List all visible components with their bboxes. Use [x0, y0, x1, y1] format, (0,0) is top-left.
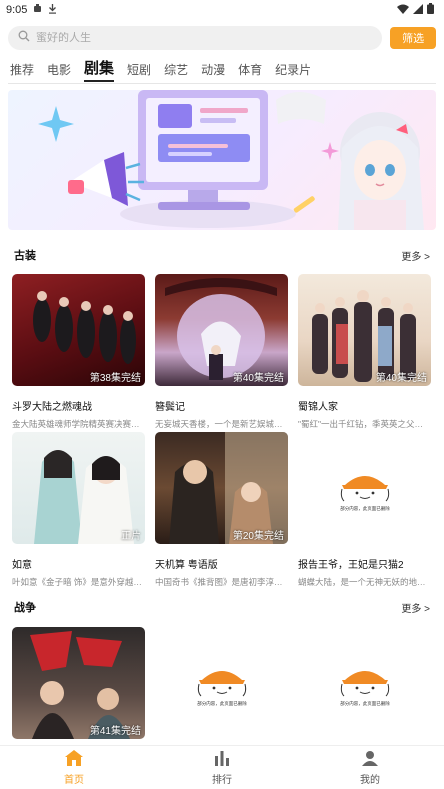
placeholder-mascot: 部分内容，此页面已删除 [340, 476, 390, 512]
tab-variety[interactable]: 综艺 [164, 61, 188, 82]
home-icon [65, 749, 83, 769]
status-bar: 9:05 [0, 0, 444, 20]
tabs-divider [8, 83, 436, 84]
card-title[interactable]: 报告王爷，王妃是只猫2 [298, 556, 431, 571]
video-card[interactable]: 第40集完结 簪鬓记 无妄城天香楼，一个是新艺娱城… [155, 274, 288, 430]
tab-movie[interactable]: 电影 [47, 61, 71, 82]
tab-anime[interactable]: 动漫 [201, 61, 225, 82]
nav-profile[interactable]: 我的 [296, 746, 444, 789]
card-title[interactable]: 如意 [12, 556, 145, 571]
tab-sports[interactable]: 体育 [238, 61, 262, 82]
placeholder-mascot: 部分内容，此页面已删除 [340, 671, 390, 707]
poster[interactable]: 第41集完结 [12, 627, 145, 739]
placeholder-caption: 部分内容，此页面已删除 [340, 700, 390, 707]
tab-recommend[interactable]: 推荐 [10, 61, 34, 82]
app-notification-icon [33, 4, 42, 16]
card-desc: 无妄城天香楼，一个是新艺娱城… [155, 419, 283, 429]
poster[interactable]: 第20集完结 [155, 432, 288, 544]
wifi-icon [397, 4, 409, 17]
bar-chart-icon [214, 750, 230, 769]
section-header-zhanzheng: 战争 更多 > [14, 599, 430, 615]
card-desc: 蝴蝶大陆，是一个无神无妖的地… [298, 577, 426, 587]
card-title[interactable]: 蜀锦人家 [298, 398, 431, 413]
category-tabs: 推荐 电影 剧集 短剧 综艺 动漫 体育 纪录片 [10, 58, 324, 82]
section-title: 古装 [14, 250, 36, 262]
poster[interactable]: 第40集完结 [155, 274, 288, 386]
video-card[interactable]: 部分内容，此页面已删除 报告王爷，王妃是只猫2 蝴蝶大陆，是一个无神无妖的地… [298, 432, 431, 588]
episode-badge: 第40集完结 [232, 373, 284, 384]
poster-placeholder[interactable]: 部分内容，此页面已删除 [298, 627, 431, 739]
poster-placeholder[interactable]: 部分内容，此页面已删除 [155, 627, 288, 739]
episode-badge: 第41集完结 [89, 726, 141, 737]
card-title[interactable]: 簪鬓记 [155, 398, 288, 413]
placeholder-mascot: 部分内容，此页面已删除 [197, 671, 247, 707]
tab-documentary[interactable]: 纪录片 [275, 61, 311, 82]
more-link[interactable]: 更多 > [401, 248, 430, 263]
search-row: 筛选 [8, 26, 436, 50]
search-box[interactable] [8, 26, 383, 50]
video-card[interactable]: 第41集完结 [12, 627, 145, 739]
video-card[interactable]: 第20集完结 天机算 粤语版 中国奇书《推背图》是唐初李淳… [155, 432, 288, 588]
poster[interactable]: 第38集完结 [12, 274, 145, 386]
bottom-navigation: 首页 排行 我的 [0, 745, 444, 789]
placeholder-caption: 部分内容，此页面已删除 [197, 700, 247, 707]
poster[interactable]: 第40集完结 [298, 274, 431, 386]
section-title: 战争 [14, 602, 36, 614]
episode-badge: 第40集完结 [375, 373, 427, 384]
tab-short-drama[interactable]: 短剧 [127, 61, 151, 82]
poster[interactable]: 正片 [12, 432, 145, 544]
nav-home[interactable]: 首页 [0, 746, 148, 789]
more-link[interactable]: 更多 > [401, 600, 430, 615]
filter-button[interactable]: 筛选 [390, 27, 436, 49]
card-desc: 中国奇书《推背图》是唐初李淳… [155, 577, 283, 587]
nav-label: 我的 [360, 774, 380, 786]
promo-banner[interactable] [8, 90, 436, 230]
card-desc: "蜀红"一出千红钻，季英英之父… [298, 419, 424, 429]
card-title[interactable]: 天机算 粤语版 [155, 556, 288, 571]
placeholder-caption: 部分内容，此页面已删除 [340, 505, 390, 512]
video-card[interactable]: 第40集完结 蜀锦人家 "蜀红"一出千红钻，季英英之父… [298, 274, 431, 430]
nav-label: 排行 [212, 774, 232, 786]
card-desc: 金大陆英雄魂师学院精英赛决赛… [12, 419, 140, 429]
poster-placeholder[interactable]: 部分内容，此页面已删除 [298, 432, 431, 544]
video-card[interactable]: 第38集完结 斗罗大陆之燃魂战 金大陆英雄魂师学院精英赛决赛… [12, 274, 145, 430]
user-icon [362, 750, 378, 769]
battery-icon [427, 3, 434, 17]
banner-illustration [38, 90, 424, 230]
video-card[interactable]: 正片 如意 叶如意《金子暗 饰》是意外穿越… [12, 432, 145, 588]
nav-ranking[interactable]: 排行 [148, 746, 296, 789]
video-card[interactable]: 部分内容，此页面已删除 [155, 627, 288, 739]
card-title[interactable]: 斗罗大陆之燃魂战 [12, 398, 145, 413]
search-icon [18, 29, 30, 47]
video-card[interactable]: 部分内容，此页面已删除 [298, 627, 431, 739]
episode-badge: 第38集完结 [89, 373, 141, 384]
download-icon [48, 3, 57, 17]
tab-series[interactable]: 剧集 [84, 57, 115, 82]
signal-icon [413, 3, 423, 17]
card-desc: 叶如意《金子暗 饰》是意外穿越… [12, 577, 142, 587]
nav-label: 首页 [64, 774, 84, 786]
search-input[interactable] [36, 32, 336, 44]
status-time: 9:05 [6, 4, 28, 16]
section-header-guzhuang: 古装 更多 > [14, 247, 430, 263]
episode-badge: 正片 [121, 531, 141, 542]
episode-badge: 第20集完结 [232, 531, 284, 542]
